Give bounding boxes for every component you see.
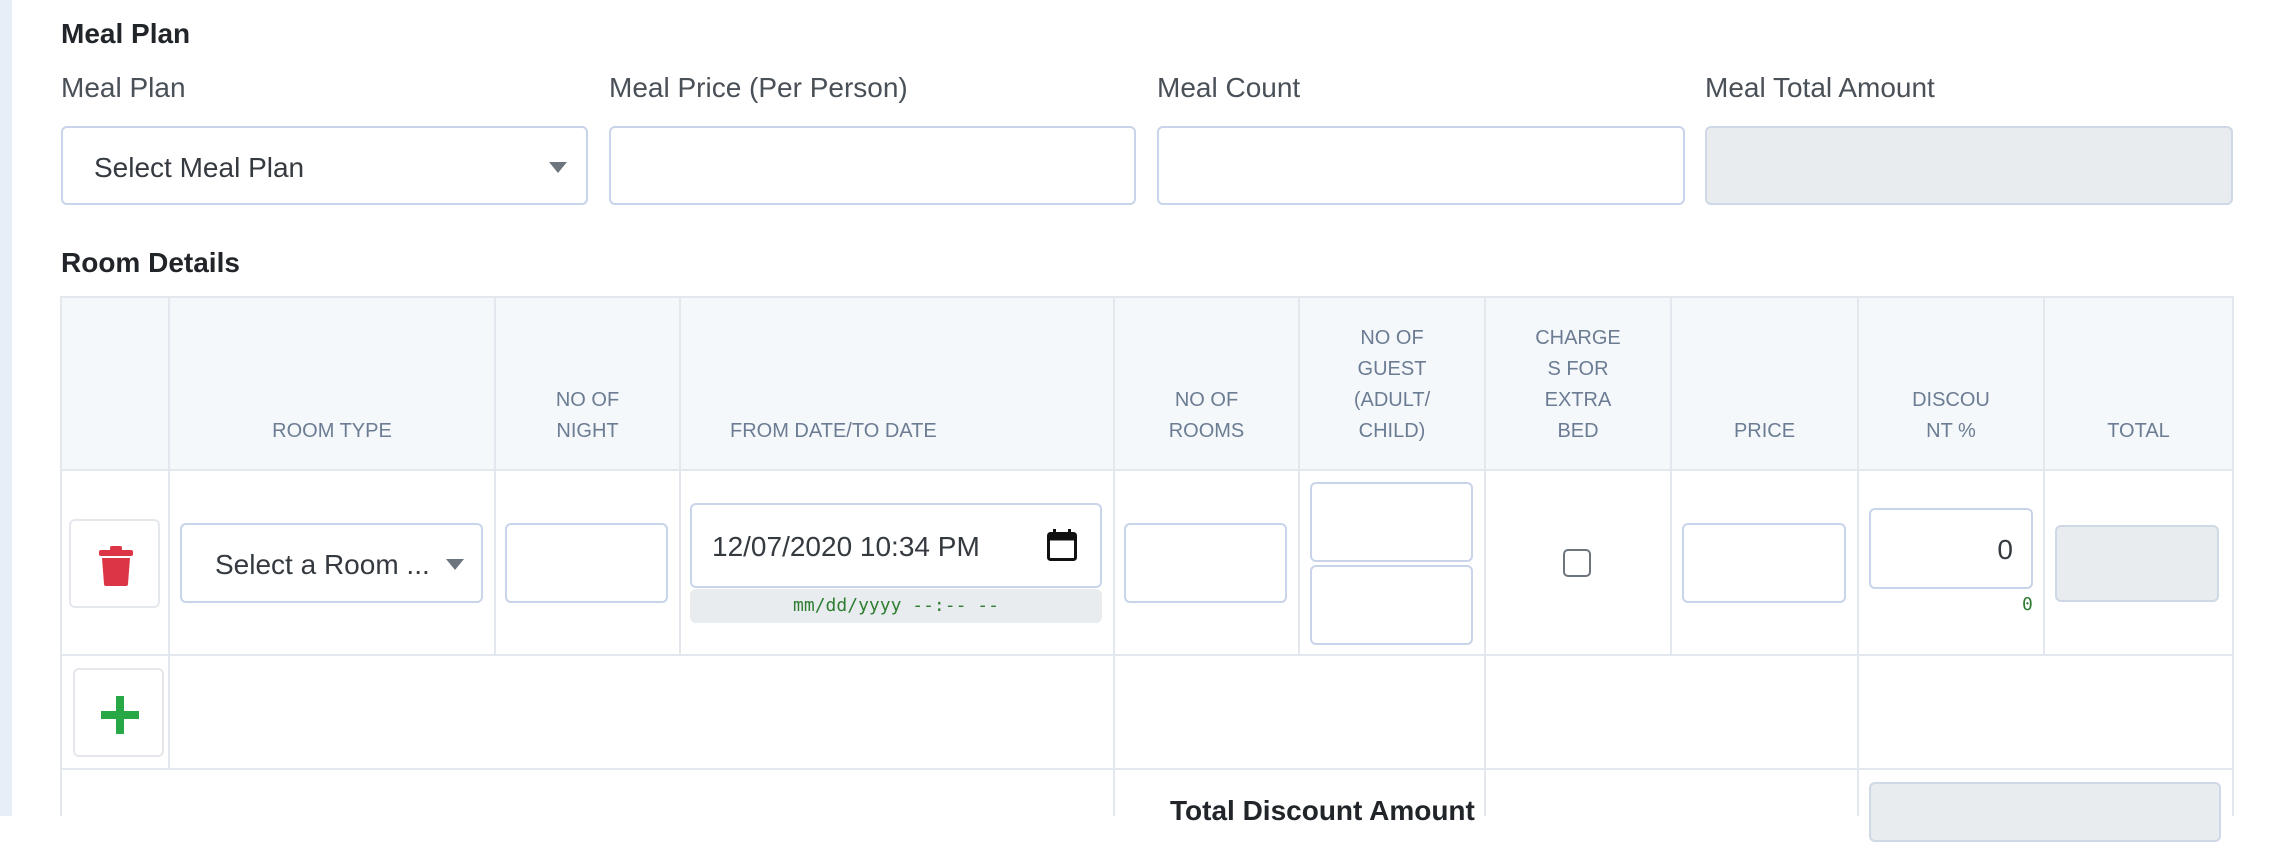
chevron-down-icon: [446, 559, 464, 570]
table-border-right: [2232, 296, 2234, 816]
table-border-row1: [61, 654, 2233, 656]
meal-plan-label: Meal Plan: [61, 72, 186, 103]
extra-bed-checkbox[interactable]: [1563, 549, 1591, 577]
meal-plan-section-title: Meal Plan: [61, 18, 191, 49]
table-border-top: [61, 296, 2233, 298]
meal-price-label: Meal Price (Per Person): [609, 72, 908, 103]
col-header-discount: DISCOU NT %: [1912, 389, 1990, 442]
calendar-icon[interactable]: [1047, 529, 1077, 561]
datetime-value: 12/07/2020 10:34 PM: [712, 531, 980, 562]
col-header-room-type: ROOM TYPE: [272, 420, 392, 442]
row-total-field: [2055, 525, 2219, 602]
total-discount-amount-label: Total Discount Amount: [1170, 795, 1475, 826]
col-header-extra-bed: CHARGE S FOR EXTRA BED: [1535, 327, 1621, 442]
col-header-nights: NO OF NIGHT: [555, 389, 620, 442]
add-row-button[interactable]: [73, 668, 164, 757]
meal-total-label: Meal Total Amount: [1705, 72, 1935, 103]
col-divider: [679, 296, 681, 655]
meal-plan-select[interactable]: Select Meal Plan: [61, 126, 588, 205]
table-border-left: [60, 296, 62, 816]
discount-percent-input[interactable]: 0: [1869, 508, 2033, 589]
datetime-format-hint: mm/dd/yyyy --:-- --: [690, 589, 1102, 623]
trash-icon: [99, 546, 133, 586]
discount-hint: 0: [2022, 594, 2033, 615]
room-type-select-value: Select a Room ...: [215, 549, 430, 580]
col-divider: [1857, 296, 1859, 816]
adult-guests-input[interactable]: [1310, 482, 1473, 562]
room-details-section-title: Room Details: [61, 247, 240, 278]
left-edge-bar: [0, 0, 12, 816]
delete-row-button[interactable]: [69, 519, 160, 608]
meal-price-input[interactable]: [609, 126, 1136, 205]
chevron-down-icon: [549, 162, 567, 173]
plus-icon: [101, 696, 139, 734]
room-type-select[interactable]: Select a Room ...: [180, 523, 483, 603]
rooms-input[interactable]: [1124, 523, 1287, 603]
table-border-row2: [61, 768, 2233, 770]
nights-input[interactable]: [505, 523, 668, 603]
meal-count-input[interactable]: [1157, 126, 1685, 205]
table-border-header: [61, 469, 2233, 471]
col-header-price: PRICE: [1733, 420, 1796, 442]
discount-value: 0: [1997, 534, 2013, 565]
col-divider: [168, 296, 170, 769]
col-divider: [2043, 296, 2045, 655]
child-guests-input[interactable]: [1310, 565, 1473, 645]
from-to-datetime-input[interactable]: 12/07/2020 10:34 PM: [690, 503, 1102, 588]
col-header-total: TOTAL: [2107, 420, 2170, 442]
col-header-guests: NO OF GUEST (ADULT/CHILD): [1353, 327, 1431, 442]
col-divider: [494, 296, 496, 655]
col-header-rooms: NO OF ROOMS: [1168, 389, 1245, 442]
meal-plan-select-value: Select Meal Plan: [94, 152, 305, 183]
meal-total-amount-field: [1705, 126, 2233, 205]
col-header-dates: FROM DATE/TO DATE: [730, 420, 937, 442]
total-discount-amount-field: [1869, 782, 2221, 842]
price-input[interactable]: [1682, 523, 1846, 603]
col-divider: [1113, 296, 1115, 816]
col-divider: [1670, 296, 1672, 655]
meal-count-label: Meal Count: [1157, 72, 1301, 103]
